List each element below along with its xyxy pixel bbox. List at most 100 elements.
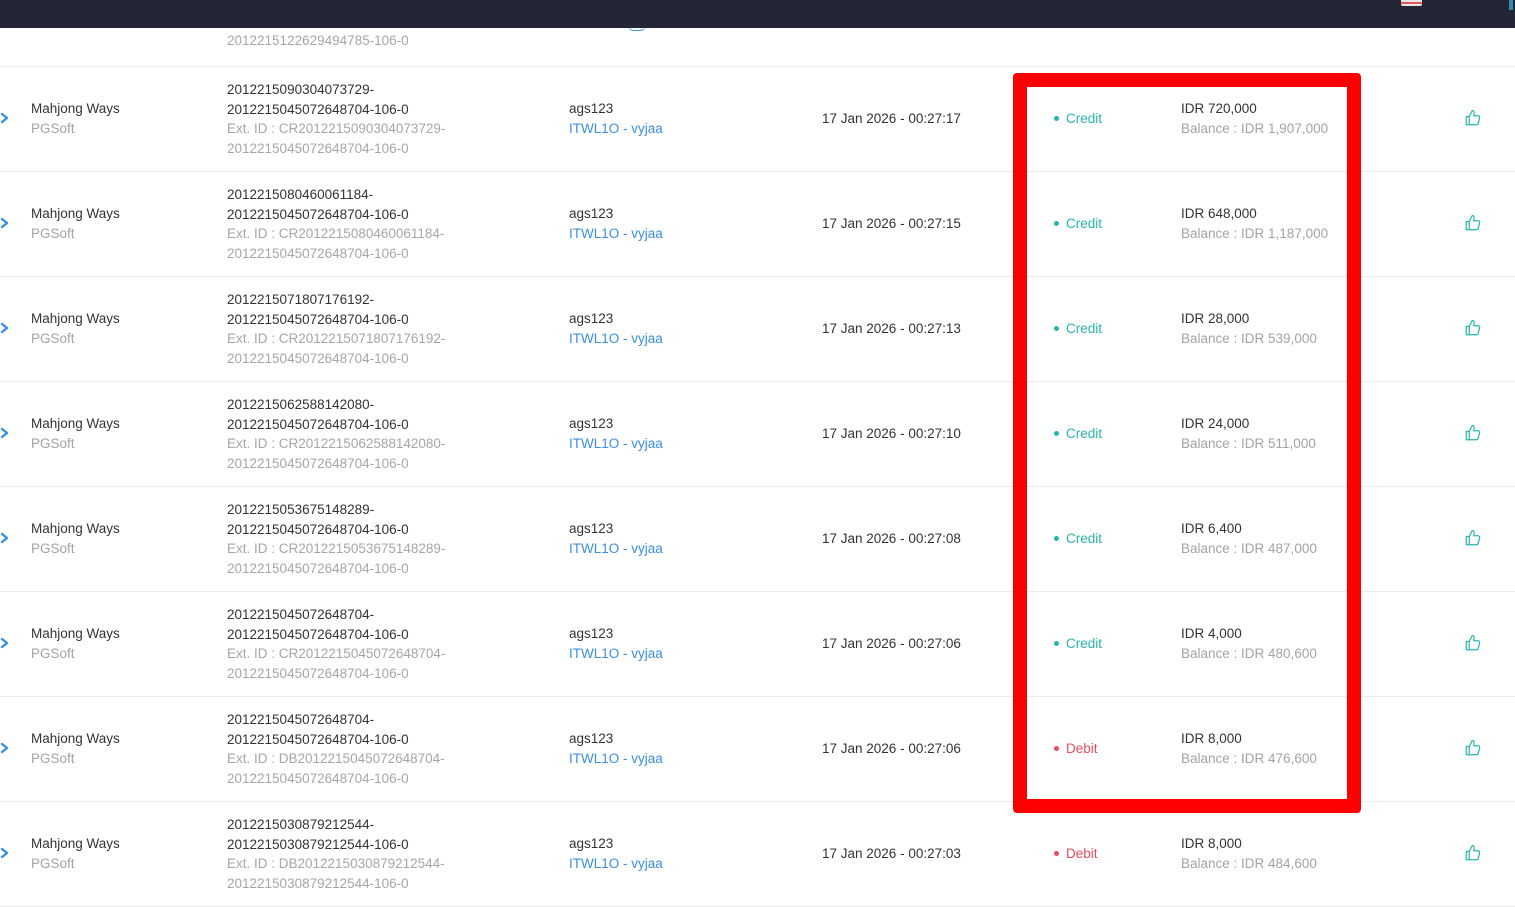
transaction-id-line: 2012215045072648704-106-0	[227, 731, 409, 747]
username: ags123	[569, 521, 614, 536]
transaction-amount: IDR 8,000	[1181, 836, 1242, 851]
external-id-line: 2012215045072648704-106-0	[227, 350, 409, 366]
agent-link[interactable]: ITWL1O - vyjaa	[569, 329, 663, 349]
balance-after: Balance : IDR 476,600	[1181, 751, 1317, 766]
transaction-type-badge: Credit	[1054, 529, 1102, 549]
provider-name: PGSoft	[31, 226, 75, 241]
game-name: Mahjong Ways	[31, 206, 120, 221]
balance-after: Balance : IDR 1,907,000	[1181, 121, 1329, 136]
transaction-amount: IDR 28,000	[1181, 311, 1250, 326]
table-row: Mahjong Ways PGSoft 2012215062588142080- 20…	[0, 382, 1515, 487]
chevron-right-icon[interactable]	[0, 528, 16, 548]
transaction-id-block: 2012215071807176192- 2012215045072648704-…	[227, 290, 445, 368]
external-id-line: Ext. ID : CR2012215090304073729-	[227, 121, 446, 136]
table-row: Mahjong Ways PGSoft 2012215090304073729- 20…	[0, 67, 1515, 172]
top-navbar	[0, 0, 1515, 28]
game-name: Mahjong Ways	[31, 416, 120, 431]
thumbs-up-icon[interactable]	[1464, 109, 1482, 127]
chevron-right-icon[interactable]	[0, 843, 16, 863]
language-flag-icon[interactable]	[1401, 0, 1422, 6]
balance-after: Balance : IDR 484,600	[1181, 856, 1317, 871]
agent-link[interactable]: ITWL1O - vyjaa	[569, 749, 663, 769]
transaction-id-block: 2012215080460061184- 2012215045072648704-…	[227, 185, 444, 263]
chevron-right-icon[interactable]	[0, 633, 16, 653]
transaction-id-line: 2012215030879212544-	[227, 817, 375, 832]
transaction-id-line: 2012215045072648704-106-0	[227, 101, 409, 117]
external-id-line: 2012215045072648704-106-0	[227, 560, 409, 576]
transaction-type-label: Credit	[1066, 111, 1103, 126]
transaction-id-line: 2012215045072648704-106-0	[227, 206, 409, 222]
table-row: Mahjong Ways PGSoft 2012215045072648704- 20…	[0, 592, 1515, 697]
chevron-right-icon[interactable]	[0, 318, 16, 338]
provider-name: PGSoft	[31, 751, 75, 766]
transaction-id-line: 2012215080460061184-	[227, 187, 374, 202]
transaction-id-line: 2012215071807176192-	[227, 292, 375, 307]
transaction-type-label: Credit	[1066, 636, 1103, 651]
transaction-id-line: 2012215045072648704-106-0	[227, 521, 409, 537]
transaction-id-line: 2012215045072648704-	[227, 712, 375, 727]
transaction-type-badge: Debit	[1054, 739, 1098, 759]
transaction-type-label: Credit	[1066, 216, 1103, 231]
external-id-line: 2012215030879212544-106-0	[227, 875, 409, 891]
username: ags123	[569, 416, 614, 431]
external-id-line: 2012215045072648704-106-0	[227, 140, 409, 156]
status-dot-icon	[1054, 851, 1059, 856]
transaction-type-badge: Credit	[1054, 214, 1102, 234]
transaction-datetime: 17 Jan 2026 - 00:27:17	[822, 111, 961, 126]
external-id-line: Ext. ID : CR2012215080460061184-	[227, 226, 445, 241]
transaction-id-block: 2012215090304073729- 2012215045072648704-…	[227, 80, 445, 158]
table-row: Mahjong Ways PGSoft 2012215080460061184- 20…	[0, 172, 1515, 277]
status-dot-icon	[1054, 536, 1059, 541]
transaction-amount: IDR 4,000	[1181, 626, 1242, 641]
thumbs-up-icon[interactable]	[1464, 529, 1482, 547]
table-row: Mahjong Ways PGSoft 2012215030879212544- 20…	[0, 802, 1515, 907]
transaction-id-block: 2012215030879212544- 2012215030879212544-…	[227, 815, 445, 893]
status-dot-icon	[1054, 221, 1059, 226]
agent-link[interactable]: ITWL1O - vyjaa	[569, 119, 663, 139]
thumbs-up-icon[interactable]	[1464, 319, 1482, 337]
table-row: Mahjong Ways PGSoft 2012215071807176192- 20…	[0, 277, 1515, 382]
transaction-type-label: Credit	[1066, 426, 1103, 441]
username: ags123	[569, 626, 614, 641]
transaction-datetime: 17 Jan 2026 - 00:27:15	[822, 216, 961, 231]
username: ags123	[569, 311, 614, 326]
chevron-right-icon[interactable]	[0, 423, 16, 443]
transaction-type-badge: Credit	[1054, 634, 1102, 654]
transaction-id-line: 2012215045072648704-106-0	[227, 626, 409, 642]
agent-link[interactable]: ITWL1O - vyjaa	[569, 854, 663, 874]
external-id-line: 2012215045072648704-106-0	[227, 455, 409, 471]
transaction-id-line: 2012215090304073729-	[227, 82, 375, 97]
transaction-amount: IDR 648,000	[1181, 206, 1257, 221]
thumbs-up-icon[interactable]	[1464, 424, 1482, 442]
chevron-right-icon[interactable]	[0, 738, 16, 758]
thumbs-up-icon[interactable]	[1464, 844, 1482, 862]
transaction-id-block: 2012215053675148289- 2012215045072648704-…	[227, 500, 445, 578]
provider-name: PGSoft	[31, 856, 75, 871]
thumbs-up-icon[interactable]	[1464, 634, 1482, 652]
external-id-line: Ext. ID : CR2012215053675148289-	[227, 541, 446, 556]
transaction-id-block: 2012215062588142080- 2012215045072648704-…	[227, 395, 445, 473]
game-name: Mahjong Ways	[31, 521, 120, 536]
transaction-amount: IDR 8,000	[1181, 731, 1242, 746]
balance-after: Balance : IDR 539,000	[1181, 331, 1317, 346]
agent-link[interactable]: ITWL1O - vyjaa	[569, 644, 663, 664]
provider-name: PGSoft	[31, 331, 75, 346]
thumbs-up-icon[interactable]	[1464, 214, 1482, 232]
provider-name: PGSoft	[31, 646, 75, 661]
table-row: Mahjong Ways PGSoft 2012215053675148289- 20…	[0, 487, 1515, 592]
agent-link[interactable]: ITWL1O - vyjaa	[569, 434, 663, 454]
transaction-amount: IDR 6,400	[1181, 521, 1242, 536]
game-name: Mahjong Ways	[31, 626, 120, 641]
chevron-right-icon[interactable]	[0, 108, 16, 128]
status-dot-icon	[1054, 641, 1059, 646]
thumbs-up-icon[interactable]	[1464, 739, 1482, 757]
agent-link[interactable]: ITWL1O - vyjaa	[569, 224, 663, 244]
balance-after: Balance : IDR 487,000	[1181, 541, 1317, 556]
chevron-right-icon[interactable]	[0, 213, 16, 233]
username: ags123	[569, 836, 614, 851]
external-id-line: Ext. ID : CR2012215062588142080-	[227, 436, 446, 451]
game-name: Mahjong Ways	[31, 311, 120, 326]
transaction-type-badge: Credit	[1054, 109, 1102, 129]
agent-link[interactable]: ITWL1O - vyjaa	[569, 539, 663, 559]
transaction-type-label: Credit	[1066, 531, 1103, 546]
